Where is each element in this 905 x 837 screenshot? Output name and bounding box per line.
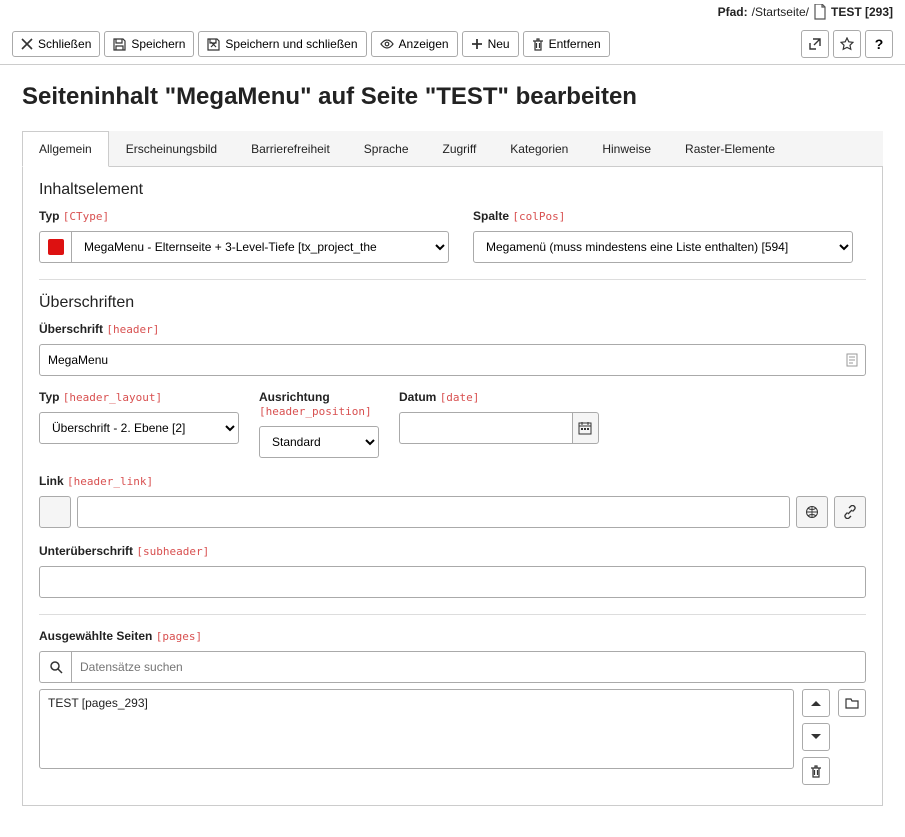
subheader-input[interactable] bbox=[39, 566, 866, 598]
pages-search-input[interactable] bbox=[71, 651, 866, 683]
tab-erscheinungsbild[interactable]: Erscheinungsbild bbox=[109, 131, 234, 166]
star-icon bbox=[840, 37, 854, 51]
header-input[interactable] bbox=[39, 344, 866, 376]
new-label: Neu bbox=[488, 37, 510, 51]
trash-icon bbox=[810, 765, 822, 778]
input-icons bbox=[846, 353, 858, 367]
page-title: Seiteninhalt "MegaMenu" auf Seite "TEST"… bbox=[22, 83, 883, 111]
trash-icon bbox=[532, 38, 544, 51]
tab-kategorien[interactable]: Kategorien bbox=[493, 131, 585, 166]
save-icon bbox=[113, 38, 126, 51]
colpos-select[interactable]: Megamenü (muss mindestens eine Liste ent… bbox=[473, 231, 853, 263]
subheader-label: Unterüberschrift [subheader] bbox=[39, 544, 866, 558]
date-label: Datum [date] bbox=[399, 390, 599, 404]
link-prefix-icon bbox=[39, 496, 71, 528]
ctype-label: Typ [CType] bbox=[39, 209, 449, 223]
header-label: Überschrift [header] bbox=[39, 322, 866, 336]
tab-sprache[interactable]: Sprache bbox=[347, 131, 426, 166]
tab-barrierefreiheit[interactable]: Barrierefreiheit bbox=[234, 131, 347, 166]
path-value: /Startseite/ bbox=[752, 5, 809, 19]
divider bbox=[39, 279, 866, 280]
path-label: Pfad: bbox=[718, 5, 748, 19]
save-close-label: Speichern und schließen bbox=[225, 37, 357, 51]
pages-listbox[interactable]: TEST [pages_293] bbox=[39, 689, 794, 769]
header-layout-label: Typ [header_layout] bbox=[39, 390, 239, 404]
list-item[interactable]: TEST [pages_293] bbox=[48, 696, 785, 710]
section-headlines: Überschriften bbox=[39, 294, 866, 312]
save-close-button[interactable]: Speichern und schließen bbox=[198, 31, 366, 57]
close-icon bbox=[21, 38, 33, 50]
tab-zugriff[interactable]: Zugriff bbox=[426, 131, 494, 166]
folder-icon bbox=[845, 697, 859, 709]
tabs: Allgemein Erscheinungsbild Barrierefreih… bbox=[22, 131, 883, 167]
tab-hinweise[interactable]: Hinweise bbox=[585, 131, 668, 166]
page-icon bbox=[813, 4, 827, 20]
calendar-icon bbox=[578, 421, 592, 435]
calendar-button[interactable] bbox=[572, 412, 600, 444]
link-icon bbox=[843, 505, 857, 519]
move-down-button[interactable] bbox=[802, 723, 830, 751]
breadcrumb-page-name: TEST [293] bbox=[831, 5, 893, 19]
share-icon bbox=[808, 37, 822, 51]
globe-icon bbox=[805, 505, 819, 519]
link-open-button[interactable] bbox=[834, 496, 866, 528]
plus-icon bbox=[471, 38, 483, 50]
close-label: Schließen bbox=[38, 37, 91, 51]
breadcrumb-bar: Pfad: /Startseite/ TEST [293] bbox=[0, 0, 905, 24]
chevron-down-icon bbox=[810, 732, 822, 742]
delete-label: Entfernen bbox=[549, 37, 601, 51]
toolbar: Schließen Speichern Speichern und schlie… bbox=[0, 24, 905, 65]
header-link-label: Link [header_link] bbox=[39, 474, 866, 488]
close-button[interactable]: Schließen bbox=[12, 31, 100, 57]
remove-item-button[interactable] bbox=[802, 757, 830, 785]
header-layout-select[interactable]: Überschrift - 2. Ebene [2] bbox=[39, 412, 239, 444]
save-close-icon bbox=[207, 38, 220, 51]
header-position-select[interactable]: Standard bbox=[259, 426, 379, 458]
ctype-select[interactable]: MegaMenu - Elternseite + 3-Level-Tiefe [… bbox=[71, 231, 449, 263]
tab-allgemein[interactable]: Allgemein bbox=[22, 131, 109, 167]
save-label: Speichern bbox=[131, 37, 185, 51]
header-link-input[interactable] bbox=[77, 496, 790, 528]
help-icon: ? bbox=[875, 36, 884, 52]
colpos-label: Spalte [colPos] bbox=[473, 209, 853, 223]
move-up-button[interactable] bbox=[802, 689, 830, 717]
eye-icon bbox=[380, 38, 394, 50]
divider bbox=[39, 614, 866, 615]
section-content-element: Inhaltselement bbox=[39, 181, 866, 199]
help-button[interactable]: ? bbox=[865, 30, 893, 58]
date-input[interactable] bbox=[399, 412, 572, 444]
browse-button[interactable] bbox=[838, 689, 866, 717]
header-position-label: Ausrichtung [header_position] bbox=[259, 390, 379, 418]
search-icon-box bbox=[39, 651, 71, 683]
save-button[interactable]: Speichern bbox=[104, 31, 194, 57]
pages-label: Ausgewählte Seiten [pages] bbox=[39, 629, 866, 643]
view-button[interactable]: Anzeigen bbox=[371, 31, 458, 57]
bookmark-button[interactable] bbox=[833, 30, 861, 58]
tab-raster-elemente[interactable]: Raster-Elemente bbox=[668, 131, 792, 166]
link-wizard-button[interactable] bbox=[796, 496, 828, 528]
share-button[interactable] bbox=[801, 30, 829, 58]
delete-button[interactable]: Entfernen bbox=[523, 31, 610, 57]
ctype-icon bbox=[39, 231, 71, 263]
view-label: Anzeigen bbox=[399, 37, 449, 51]
search-icon bbox=[49, 660, 63, 674]
chevron-up-icon bbox=[810, 698, 822, 708]
new-button[interactable]: Neu bbox=[462, 31, 519, 57]
